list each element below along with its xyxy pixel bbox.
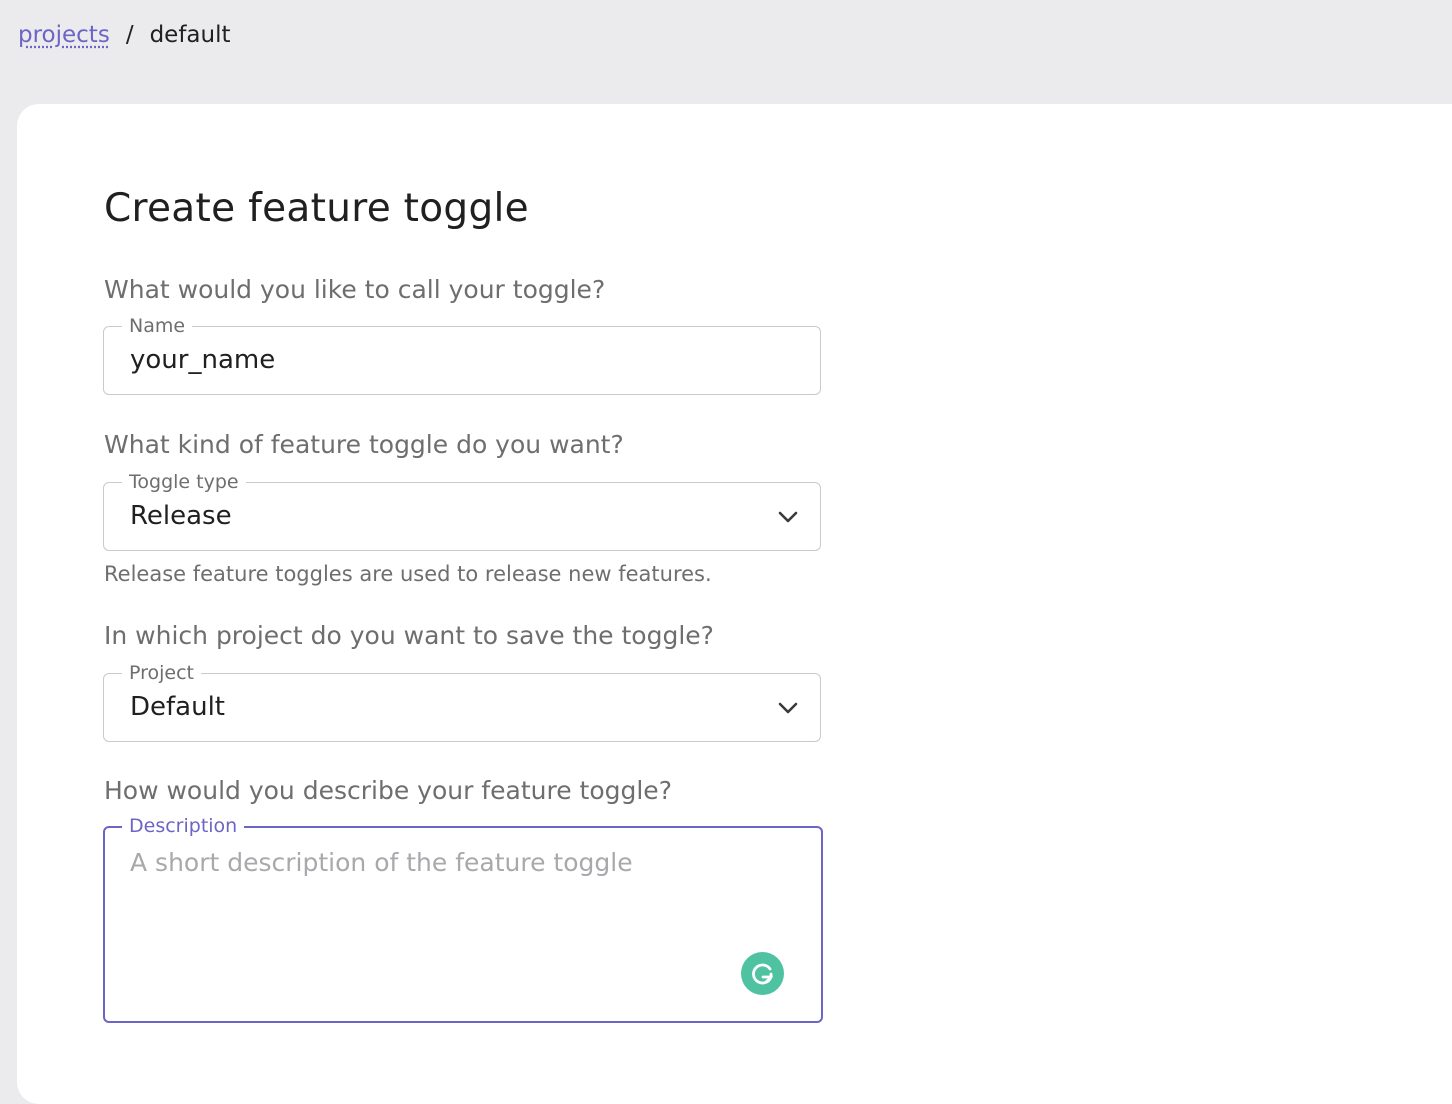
grammarly-icon[interactable]: [741, 952, 784, 995]
toggle-type-value: Release: [130, 501, 232, 531]
name-field-label: Name: [122, 314, 193, 338]
grammarly-g-icon: [751, 963, 773, 984]
project-value: Default: [130, 692, 225, 722]
breadcrumb-separator: /: [125, 22, 134, 48]
name-field[interactable]: Name your_name: [103, 314, 821, 395]
chevron-down-icon[interactable]: [776, 505, 800, 529]
project-select[interactable]: Project Default: [103, 661, 821, 742]
project-question: In which project do you want to save the…: [104, 621, 714, 650]
description-label: Description: [122, 814, 245, 838]
project-label: Project: [122, 661, 202, 685]
description-question: How would you describe your feature togg…: [104, 776, 672, 805]
name-field-value[interactable]: your_name: [130, 345, 275, 375]
breadcrumb: projects / default: [18, 22, 231, 48]
toggle-type-label: Toggle type: [122, 470, 246, 494]
description-placeholder: A short description of the feature toggl…: [130, 848, 633, 877]
type-question: What kind of feature toggle do you want?: [104, 430, 624, 459]
name-question: What would you like to call your toggle?: [104, 275, 606, 304]
toggle-type-helper: Release feature toggles are used to rele…: [104, 562, 712, 586]
toggle-type-select[interactable]: Toggle type Release: [103, 470, 821, 551]
breadcrumb-current: default: [149, 22, 231, 48]
breadcrumb-link-projects[interactable]: projects: [18, 22, 110, 48]
page-title: Create feature toggle: [104, 186, 529, 231]
description-textarea[interactable]: Description A short description of the f…: [103, 814, 823, 1023]
chevron-down-icon[interactable]: [776, 696, 800, 720]
